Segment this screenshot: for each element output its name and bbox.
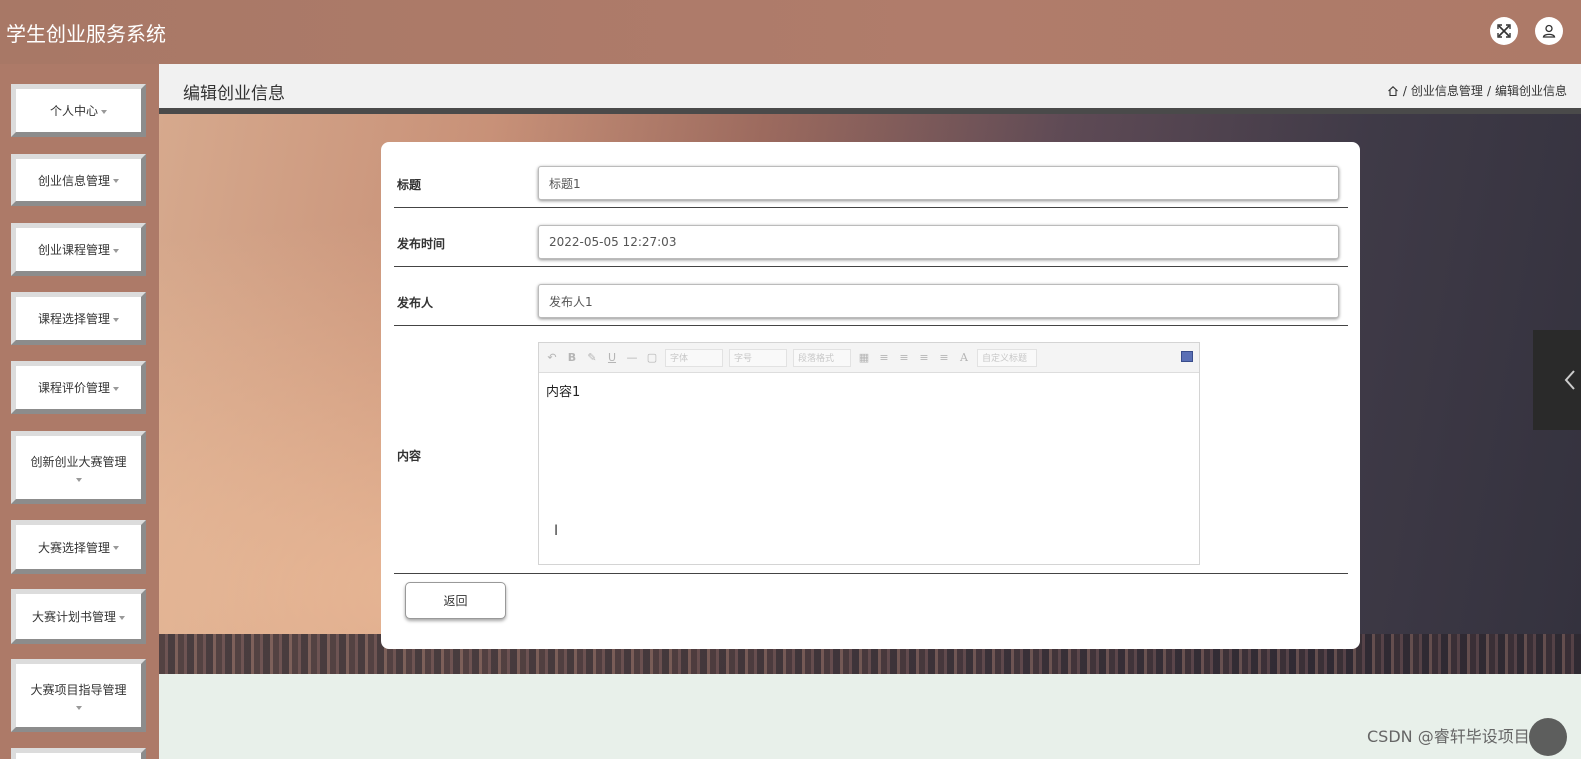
breadcrumb: / 创业信息管理 / 编辑创业信息	[1387, 82, 1567, 99]
row-divider	[394, 207, 1348, 208]
caret-down-icon	[119, 615, 125, 620]
publish-time-label: 发布时间	[397, 237, 446, 251]
caret-down-icon	[113, 179, 119, 183]
corner-overlay-circle	[1529, 718, 1567, 756]
sidebar-item-innovation-contest[interactable]: 创新创业大赛管理	[11, 431, 146, 504]
title-input[interactable]	[538, 166, 1339, 200]
sidebar-item-project-guidance[interactable]: 大赛项目指导管理	[11, 659, 146, 732]
fullscreen-button[interactable]	[1490, 17, 1518, 45]
sidebar-item-course-evaluation[interactable]: 课程评价管理	[11, 361, 146, 414]
editor-content-text: 内容1	[546, 385, 581, 400]
watermark: CSDN @睿轩毕设项目	[1367, 727, 1530, 746]
chevron-left-icon	[1564, 370, 1575, 390]
format-brush-icon[interactable]: ✎	[585, 351, 599, 365]
align-left-icon[interactable]: ≡	[877, 351, 891, 365]
breadcrumb-item-current: 编辑创业信息	[1494, 84, 1567, 98]
breadcrumb-separator: /	[1486, 83, 1491, 98]
row-divider	[394, 325, 1348, 326]
fullscreen-editor-icon[interactable]	[1181, 351, 1193, 362]
caret-down-icon	[113, 248, 119, 253]
sidebar-item-label: 创业课程管理	[37, 243, 110, 257]
home-icon[interactable]	[1387, 85, 1399, 97]
paragraph-format-select[interactable]: 段落格式	[793, 348, 851, 367]
title-label: 标题	[397, 178, 422, 192]
user-icon	[1542, 24, 1556, 38]
custom-title-select[interactable]: 自定义标题	[977, 348, 1037, 367]
sidebar: 个人中心 创业信息管理 创业课程管理 课程选择管理 课程评价管理 创新创业大赛管…	[0, 64, 159, 759]
sidebar-item-label: 大赛选择管理	[37, 540, 110, 555]
content-label: 内容	[397, 449, 422, 463]
underline-icon[interactable]: U	[605, 351, 619, 365]
caret-down-icon	[101, 109, 107, 114]
top-header: 学生创业服务系统	[0, 0, 1581, 64]
bold-icon[interactable]: B	[565, 351, 579, 365]
caret-down-icon	[75, 706, 82, 710]
row-divider	[394, 266, 1348, 267]
editor-content-area[interactable]: 内容1 I	[539, 373, 1199, 563]
app-title: 学生创业服务系统	[6, 22, 166, 46]
caret-down-icon	[113, 546, 119, 550]
back-button[interactable]: 返回	[405, 582, 506, 619]
breadcrumb-item-startup-info[interactable]: 创业信息管理	[1411, 82, 1483, 99]
user-button[interactable]	[1535, 17, 1563, 45]
row-divider	[394, 573, 1348, 574]
sidebar-item-startup-courses[interactable]: 创业课程管理	[11, 223, 146, 276]
align-right-icon[interactable]: ≡	[897, 351, 911, 365]
sidebar-item-label: 课程评价管理	[37, 381, 110, 395]
font-color-icon[interactable]: A	[957, 351, 971, 365]
side-panel-toggle[interactable]	[1533, 330, 1581, 430]
edit-form-card: 标题 发布时间 发布人 内容 ↶ B ✎ U — ▢ 字体 字号 段落格式 ▦ …	[381, 142, 1360, 649]
undo-icon[interactable]: ↶	[545, 351, 559, 365]
caret-down-icon	[75, 478, 82, 482]
caret-down-icon	[113, 317, 119, 322]
sidebar-item-more[interactable]	[11, 748, 146, 759]
sidebar-item-label: 课程选择管理	[37, 312, 110, 326]
rich-text-editor[interactable]: ↶ B ✎ U — ▢ 字体 字号 段落格式 ▦ ≡ ≡ ≡ ≡ A 自定义标题…	[538, 342, 1200, 565]
sidebar-item-label: 创新创业大赛管理	[30, 455, 127, 469]
editor-toolbar: ↶ B ✎ U — ▢ 字体 字号 段落格式 ▦ ≡ ≡ ≡ ≡ A 自定义标题	[539, 343, 1199, 373]
sidebar-item-label: 创业信息管理	[37, 173, 110, 188]
sidebar-item-label: 大赛计划书管理	[31, 610, 116, 624]
horizontal-rule-icon[interactable]: —	[625, 351, 639, 365]
font-size-select[interactable]: 字号	[729, 348, 787, 367]
text-cursor-icon: I	[554, 523, 559, 539]
sidebar-item-contest-selection[interactable]: 大赛选择管理	[11, 520, 146, 574]
align-justify-icon[interactable]: ≡	[937, 351, 951, 365]
breadcrumb-separator: /	[1402, 83, 1407, 98]
publish-time-input[interactable]	[538, 225, 1339, 259]
sidebar-item-personal-center[interactable]: 个人中心	[11, 84, 146, 137]
page-heading-bar: 编辑创业信息 / 创业信息管理 / 编辑创业信息	[159, 64, 1581, 114]
sidebar-item-startup-info[interactable]: 创业信息管理	[11, 154, 146, 206]
expand-icon	[1497, 24, 1511, 38]
sidebar-item-label: 个人中心	[49, 104, 98, 118]
publisher-label: 发布人	[397, 296, 434, 310]
page-title: 编辑创业信息	[183, 84, 285, 104]
table-icon[interactable]: ▦	[857, 351, 871, 365]
clear-format-icon[interactable]: ▢	[645, 351, 659, 365]
sidebar-item-contest-plan[interactable]: 大赛计划书管理	[11, 589, 146, 644]
caret-down-icon	[113, 386, 119, 391]
sidebar-item-course-selection[interactable]: 课程选择管理	[11, 292, 146, 345]
align-center-icon[interactable]: ≡	[917, 351, 931, 365]
sidebar-item-label: 大赛项目指导管理	[30, 683, 127, 697]
font-family-select[interactable]: 字体	[665, 348, 723, 367]
publisher-input[interactable]	[538, 284, 1339, 318]
